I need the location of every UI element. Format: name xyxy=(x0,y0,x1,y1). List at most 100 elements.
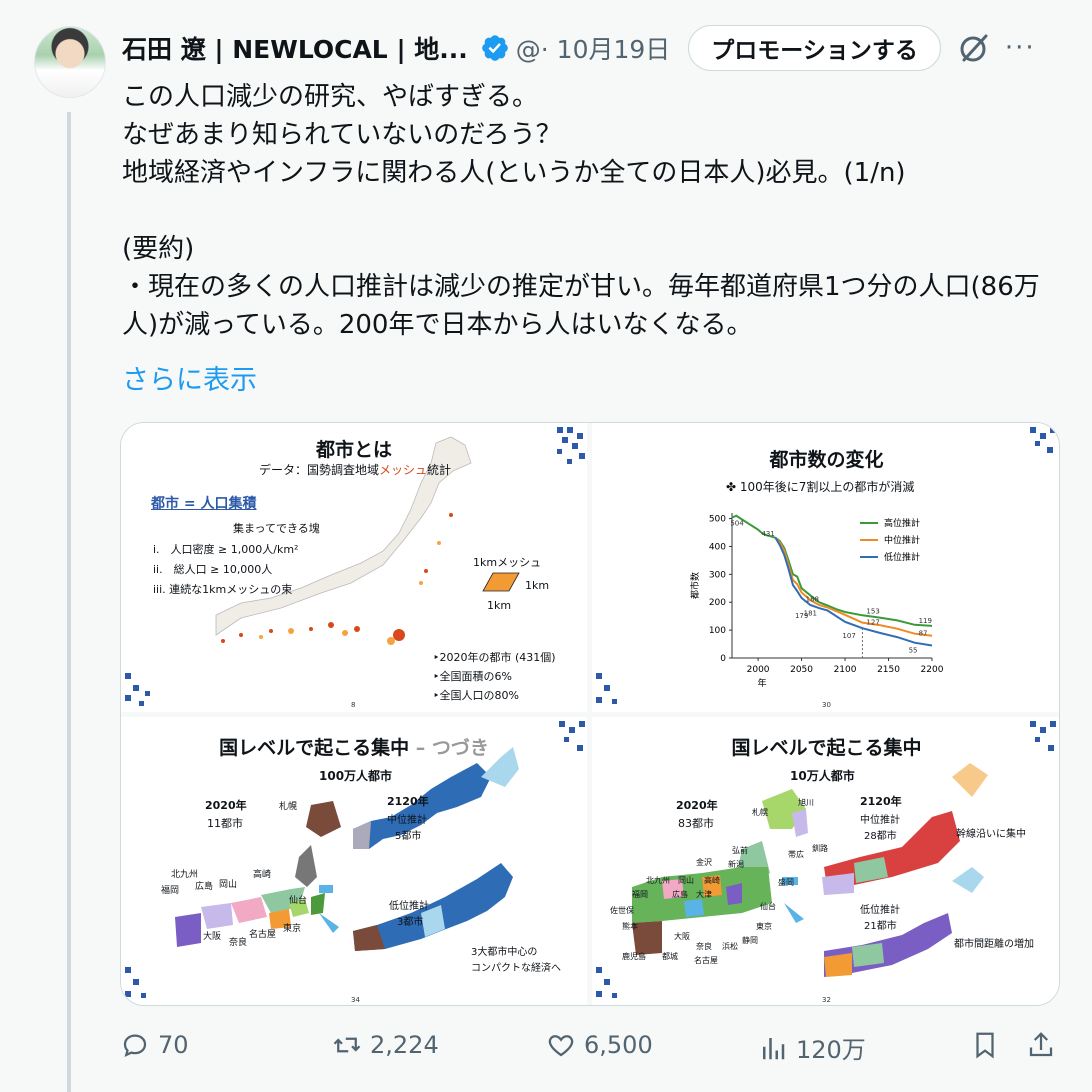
city-label: 弘前 xyxy=(732,846,748,855)
y-tick-label: 0 xyxy=(720,654,726,664)
y-tick-label: 100 xyxy=(709,626,726,636)
slide-subtitle: 10万人都市 xyxy=(790,769,855,783)
views-icon xyxy=(763,1037,785,1059)
criterion-3: iii. 連続な1kmメッシュの束 xyxy=(153,583,293,596)
tweet-text: この人口減少の研究、やばすぎる。 なぜあまり知られていないのだろう？ 地域経済や… xyxy=(122,82,1040,340)
tweet-actions: 70 2,224 6,500 120万 xyxy=(118,1030,1064,1074)
low-case: 低位推計 xyxy=(860,905,900,916)
grok-icon[interactable] xyxy=(957,31,991,65)
views-button[interactable]: 120万 xyxy=(758,1030,866,1065)
definition-sub: 集まってできる塊 xyxy=(233,522,320,535)
like-button[interactable]: 6,500 xyxy=(546,1030,653,1060)
mesh-km-bottom: 1km xyxy=(487,599,512,612)
y-tick-label: 500 xyxy=(709,515,726,525)
city-label: 旭川 xyxy=(798,798,814,807)
avatar[interactable] xyxy=(34,26,106,98)
slide-million-cities[interactable]: 国レベルで起こる集中 – つづき 100万人都市 2020年 11都市 2120… xyxy=(121,717,587,1005)
city-label: 盛岡 xyxy=(778,878,794,887)
fact-3: ‣全国人口の80% xyxy=(433,689,519,702)
data-label: 188 xyxy=(806,596,819,604)
fact-2: ‣全国面積の6% xyxy=(433,670,512,683)
heart-icon xyxy=(548,1035,574,1057)
city-label: 釧路 xyxy=(812,844,828,853)
retweet-icon xyxy=(333,1037,361,1053)
note-1: 幹線沿いに集中 xyxy=(956,829,1026,840)
author-name[interactable]: 石田 遼 | NEWLOCAL | 地... xyxy=(122,30,468,66)
city-label: 大阪 xyxy=(674,932,690,941)
tweet-media[interactable]: 都市とは データ：国勢調査地域メッシュ統計 都市 = 人口集積 集まってできる塊… xyxy=(120,422,1060,1006)
slide-page-number: 32 xyxy=(822,996,831,1004)
left-count: 83都市 xyxy=(678,817,714,830)
legend-label: 低位推計 xyxy=(884,551,920,563)
bookmark-icon xyxy=(976,1032,994,1059)
x-tick-label: 2050 xyxy=(790,665,813,675)
criterion-1: i. 人口密度 ≥ 1,000人/km² xyxy=(153,543,299,556)
more-options-icon[interactable]: ··· xyxy=(1005,33,1036,63)
right-year: 2120年 xyxy=(387,795,429,808)
right-year: 2120年 xyxy=(860,795,902,808)
tweet-header: 石田 遼 | NEWLOCAL | 地... @· 10月19日 プロモーション… xyxy=(122,25,1072,71)
city-label: 福岡 xyxy=(632,890,648,899)
thread-line xyxy=(67,112,71,1092)
city-label: 東京 xyxy=(283,924,302,934)
city-label: 北九州 xyxy=(171,870,199,880)
y-tick-label: 300 xyxy=(709,570,726,580)
slide-source: データ：国勢調査地域メッシュ統計 xyxy=(259,463,452,477)
y-tick-label: 400 xyxy=(709,542,726,552)
city-label: 熊本 xyxy=(622,922,638,931)
city-label: 金沢 xyxy=(696,858,712,867)
show-more-link[interactable]: さらに表示 xyxy=(122,358,257,397)
city-label: 浜松 xyxy=(722,942,738,951)
x-axis-label: 年 xyxy=(757,677,766,689)
author-handle[interactable]: @· 10月19日 xyxy=(516,30,671,66)
tweet-date: · 10月19日 xyxy=(540,35,671,64)
low-case: 低位推計 xyxy=(389,901,429,912)
city-label: 帯広 xyxy=(788,850,804,859)
city-label: 札幌 xyxy=(279,802,298,812)
slide-page-number: 30 xyxy=(822,701,831,709)
city-label: 広島 xyxy=(195,882,214,892)
x-tick-label: 2200 xyxy=(921,665,944,675)
city-label: 静岡 xyxy=(742,936,758,945)
slide-subtitle: 100万人都市 xyxy=(319,769,393,783)
data-label: 87 xyxy=(919,630,928,638)
left-year: 2020年 xyxy=(676,799,718,812)
y-tick-label: 200 xyxy=(709,598,726,608)
note-2: コンパクトな経済へ xyxy=(471,963,561,974)
city-label: 岡山 xyxy=(219,880,238,890)
promote-button[interactable]: プロモーションする xyxy=(688,25,941,71)
retweet-button[interactable]: 2,224 xyxy=(332,1030,439,1060)
city-label: 佐世保 xyxy=(610,906,634,915)
views-count: 120万 xyxy=(796,1036,866,1064)
city-label: 仙台 xyxy=(289,896,308,906)
bookmark-button[interactable] xyxy=(970,1030,1008,1060)
low-count: 3都市 xyxy=(397,917,424,928)
slide-city-definition[interactable]: 都市とは データ：国勢調査地域メッシュ統計 都市 = 人口集積 集まってできる塊… xyxy=(121,423,587,712)
x-tick-label: 2100 xyxy=(834,665,857,675)
mesh-km-right: 1km xyxy=(525,579,550,592)
right-count: 28都市 xyxy=(864,831,897,842)
data-label: 127 xyxy=(866,619,879,627)
slide-100k-cities[interactable]: 国レベルで起こる集中 10万人都市 2020年 83都市 2120年 中位推計 … xyxy=(592,717,1059,1005)
share-button[interactable] xyxy=(1026,1030,1064,1060)
city-label: 新潟 xyxy=(728,860,744,869)
x-tick-label: 2150 xyxy=(877,665,900,675)
data-label: 179 xyxy=(795,612,808,620)
y-axis-label: 都市数 xyxy=(689,572,701,599)
retweet-count: 2,224 xyxy=(370,1031,439,1059)
right-case: 中位推計 xyxy=(860,815,900,826)
city-label: 広島 xyxy=(672,890,688,899)
legend-label: 高位推計 xyxy=(884,517,920,529)
data-label: 55 xyxy=(909,647,918,655)
reply-button[interactable]: 70 xyxy=(120,1030,189,1060)
city-label: 大津 xyxy=(696,890,712,899)
legend-label: 中位推計 xyxy=(884,534,920,546)
reply-icon xyxy=(123,1034,147,1058)
city-count-chart: 0 100 200 300 400 500 2000 2050 2100 2150 2200 年 都市数… xyxy=(689,513,944,689)
city-label: 高崎 xyxy=(704,876,720,885)
city-label: 岡山 xyxy=(678,876,694,885)
slide-city-count-chart[interactable]: 都市数の変化 ✤ 100年後に7割以上の都市が消滅 0 100 200 300 400 5… xyxy=(592,423,1059,712)
verified-badge-icon[interactable] xyxy=(480,33,510,63)
data-label: 119 xyxy=(919,617,932,625)
city-label: 札幌 xyxy=(752,808,768,817)
